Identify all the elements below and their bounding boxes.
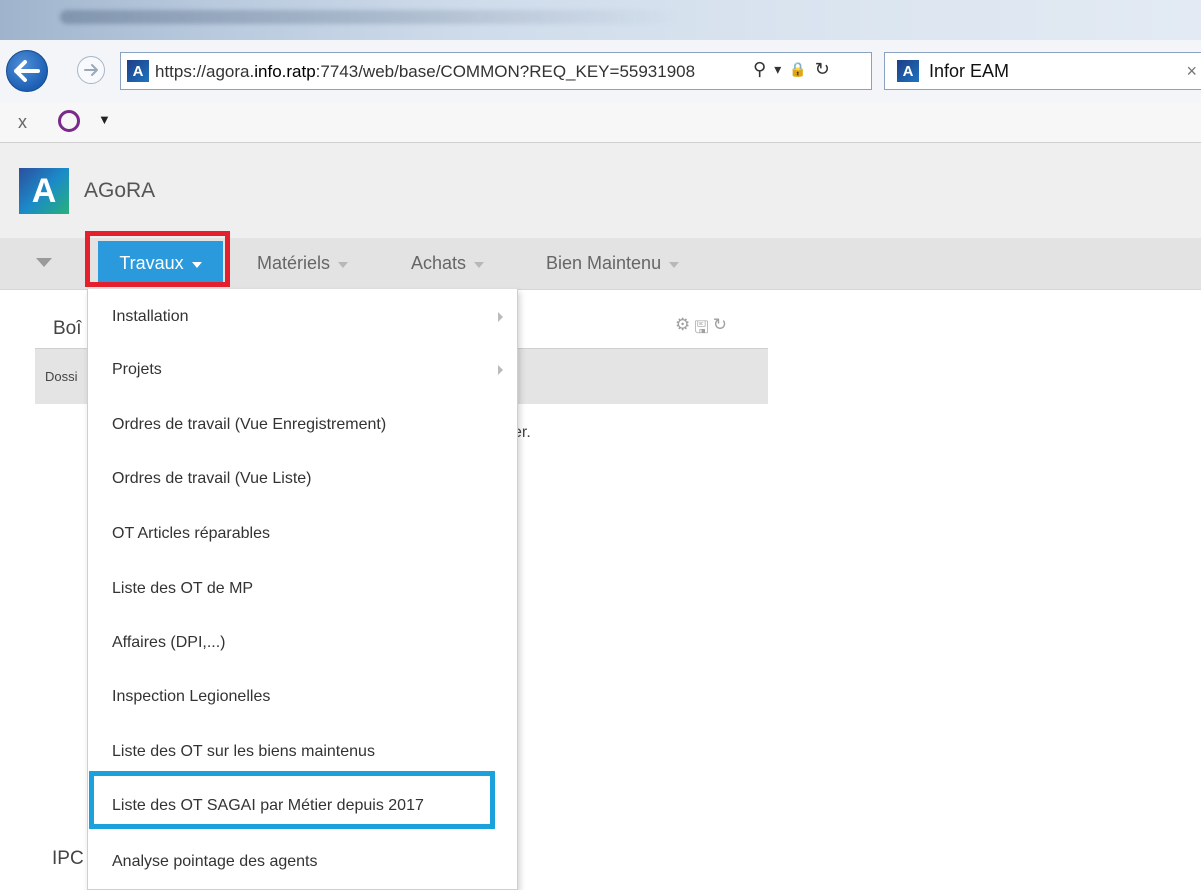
save-icon[interactable]: 🖫 xyxy=(694,315,708,344)
tab-title: Infor EAM xyxy=(929,61,1010,81)
menu-achats[interactable]: Achats xyxy=(411,238,485,289)
grid-column-header[interactable]: Dossi xyxy=(45,369,78,384)
panel-title: Boî xyxy=(53,318,82,339)
refresh-icon[interactable]: ↻ xyxy=(713,315,727,344)
app-header: A AGoRA xyxy=(0,143,1201,238)
address-bar-tools: ⚲ ▾ 🔒 ↻ xyxy=(753,59,830,80)
dropdown-item-ot-biens-maintenus[interactable]: Liste des OT sur les biens maintenus xyxy=(88,733,517,773)
chevron-down-icon xyxy=(474,261,485,268)
dropdown-item-installation[interactable]: Installation xyxy=(88,298,517,338)
dropdown-item-projets[interactable]: Projets xyxy=(88,351,517,391)
addon-icon[interactable] xyxy=(58,110,80,132)
app-logo[interactable]: A xyxy=(19,168,69,214)
menu-materiels[interactable]: Matériels xyxy=(257,238,349,289)
tab-close-icon[interactable]: × xyxy=(1186,61,1197,82)
address-bar[interactable]: A https://agora.info.ratp:7743/web/base/… xyxy=(120,52,872,90)
chevron-right-icon xyxy=(498,312,503,322)
blurred-window-title xyxy=(60,10,680,24)
blue-highlight-box xyxy=(89,771,495,829)
dropdown-item-ot-vue-enregistrement[interactable]: Ordres de travail (Vue Enregistrement) xyxy=(88,406,517,446)
dropdown-item-ot-vue-liste[interactable]: Ordres de travail (Vue Liste) xyxy=(88,460,517,500)
section-label: IPC xyxy=(52,848,84,869)
lock-icon[interactable]: 🔒 xyxy=(789,61,806,78)
panel-toolbar: ⚙ 🖫 ↻ xyxy=(675,315,727,344)
browser-command-bar: x ▼ xyxy=(0,102,1201,143)
browser-tab[interactable]: A Infor EAM × xyxy=(884,52,1201,90)
forward-button[interactable] xyxy=(77,56,105,84)
addon-dropdown-icon[interactable]: ▼ xyxy=(98,112,111,127)
menu-bien-maintenu[interactable]: Bien Maintenu xyxy=(546,238,680,289)
refresh-icon[interactable]: ↻ xyxy=(815,59,830,80)
menu-toggle-chevron-down-icon[interactable] xyxy=(36,258,52,267)
back-button[interactable] xyxy=(6,50,48,92)
gear-icon[interactable]: ⚙ xyxy=(675,315,690,344)
tab-favicon-icon: A xyxy=(897,60,919,82)
red-highlight-box xyxy=(85,231,230,287)
browser-title-bar xyxy=(0,0,1201,42)
close-toolbar-icon[interactable]: x xyxy=(18,112,27,133)
back-arrow-icon xyxy=(14,60,40,82)
chevron-right-icon xyxy=(498,365,503,375)
chevron-down-icon xyxy=(338,261,349,268)
site-favicon-icon: A xyxy=(127,60,149,82)
search-icon[interactable]: ⚲ xyxy=(753,59,766,80)
app-name: AGoRA xyxy=(84,179,156,202)
dropdown-arrow-icon[interactable]: ▾ xyxy=(774,61,781,78)
chevron-down-icon xyxy=(669,261,680,268)
dropdown-item-inspection-legionelles[interactable]: Inspection Legionelles xyxy=(88,678,517,718)
dropdown-item-affaires[interactable]: Affaires (DPI,...) xyxy=(88,624,517,664)
forward-arrow-icon xyxy=(84,64,98,76)
dropdown-item-analyse-pointage[interactable]: Analyse pointage des agents xyxy=(88,843,517,883)
dropdown-item-ot-articles-reparables[interactable]: OT Articles réparables xyxy=(88,515,517,555)
dropdown-item-liste-ot-mp[interactable]: Liste des OT de MP xyxy=(88,570,517,610)
url-text: https://agora.info.ratp:7743/web/base/CO… xyxy=(155,62,696,81)
